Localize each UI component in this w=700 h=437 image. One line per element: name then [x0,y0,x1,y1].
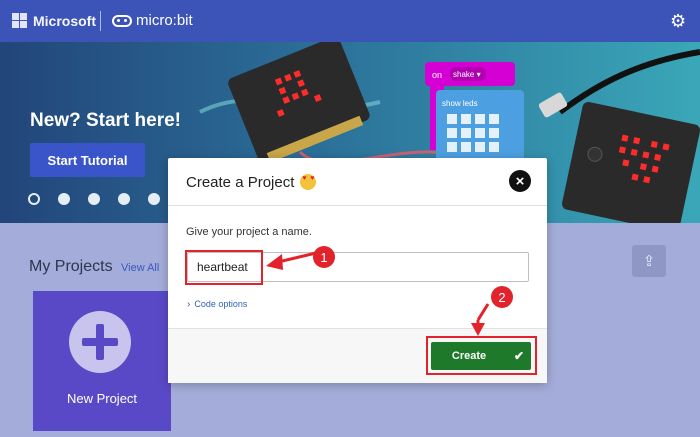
step-2-badge: 2 [491,286,513,308]
step-1-badge: 1 [313,246,335,268]
annotation-arrows [266,251,490,336]
